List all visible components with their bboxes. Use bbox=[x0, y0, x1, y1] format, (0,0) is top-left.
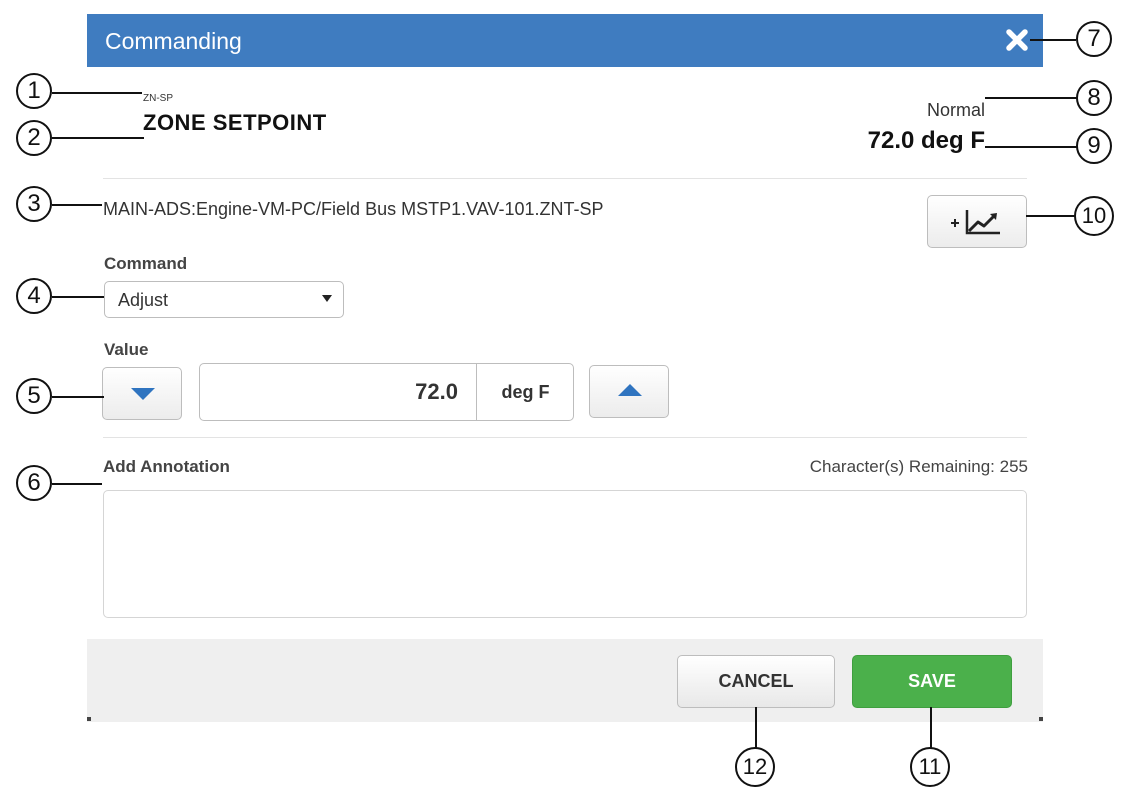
characters-remaining: Character(s) Remaining: 255 bbox=[809, 457, 1028, 476]
increment-button[interactable] bbox=[589, 365, 669, 418]
decrement-button[interactable] bbox=[102, 367, 182, 420]
divider bbox=[103, 178, 1027, 179]
callout-9: 9 bbox=[1076, 128, 1112, 164]
callout-10: 10 bbox=[1074, 196, 1114, 236]
callout-7: 7 bbox=[1076, 21, 1112, 57]
resize-corner bbox=[1039, 717, 1043, 721]
callout-leader bbox=[52, 92, 142, 94]
value-unit: deg F bbox=[476, 364, 574, 420]
close-button[interactable] bbox=[1003, 26, 1031, 54]
callout-11: 11 bbox=[910, 747, 950, 787]
object-path: MAIN-ADS:Engine-VM-PC/Field Bus MSTP1.VA… bbox=[103, 199, 604, 219]
add-trend-button[interactable] bbox=[927, 195, 1027, 248]
callout-leader bbox=[52, 137, 144, 139]
callout-leader bbox=[985, 146, 1077, 148]
resize-corner bbox=[87, 717, 91, 721]
dialog-title: Commanding bbox=[105, 28, 242, 54]
close-icon bbox=[1006, 29, 1028, 51]
callout-leader bbox=[985, 97, 1077, 99]
callout-leader bbox=[52, 296, 104, 298]
callout-2: 2 bbox=[16, 120, 52, 156]
save-button[interactable]: SAVE bbox=[852, 655, 1012, 708]
annotation-label: Add Annotation bbox=[103, 457, 230, 476]
trend-chart-icon bbox=[951, 210, 1000, 235]
point-name: ZONE SETPOINT bbox=[143, 110, 327, 135]
command-select[interactable]: Adjust bbox=[104, 281, 344, 318]
callout-leader bbox=[755, 707, 757, 749]
callout-6: 6 bbox=[16, 465, 52, 501]
callout-leader bbox=[1030, 39, 1076, 41]
callout-8: 8 bbox=[1076, 80, 1112, 116]
command-label: Command bbox=[104, 254, 188, 273]
value-field: deg F bbox=[199, 363, 574, 421]
callout-leader bbox=[52, 483, 102, 485]
callout-3: 3 bbox=[16, 186, 52, 222]
callout-12: 12 bbox=[735, 747, 775, 787]
value-label: Value bbox=[104, 340, 149, 359]
callout-leader bbox=[930, 707, 932, 749]
annotation-textarea[interactable] bbox=[103, 490, 1027, 618]
callout-4: 4 bbox=[16, 278, 52, 314]
status-text: Normal bbox=[926, 100, 985, 120]
callout-leader bbox=[52, 396, 104, 398]
arrow-up-icon bbox=[618, 384, 642, 396]
callout-1: 1 bbox=[16, 73, 52, 109]
value-input[interactable] bbox=[200, 364, 476, 420]
commanding-dialog: Commanding ZN-SP ZONE SETPOINT Normal 72… bbox=[87, 14, 1043, 722]
cancel-button[interactable]: CANCEL bbox=[677, 655, 835, 708]
point-abbreviation: ZN-SP bbox=[143, 93, 173, 104]
dialog-footer: CANCEL SAVE bbox=[87, 639, 1043, 722]
present-value: 72.0 deg F bbox=[867, 127, 985, 154]
arrow-down-icon bbox=[131, 388, 155, 400]
callout-leader bbox=[52, 204, 102, 206]
chevron-down-icon bbox=[322, 295, 332, 302]
divider bbox=[103, 437, 1027, 438]
callout-leader bbox=[1026, 215, 1076, 217]
title-bar: Commanding bbox=[87, 14, 1043, 67]
command-selected-value: Adjust bbox=[118, 290, 169, 310]
callout-5: 5 bbox=[16, 378, 52, 414]
